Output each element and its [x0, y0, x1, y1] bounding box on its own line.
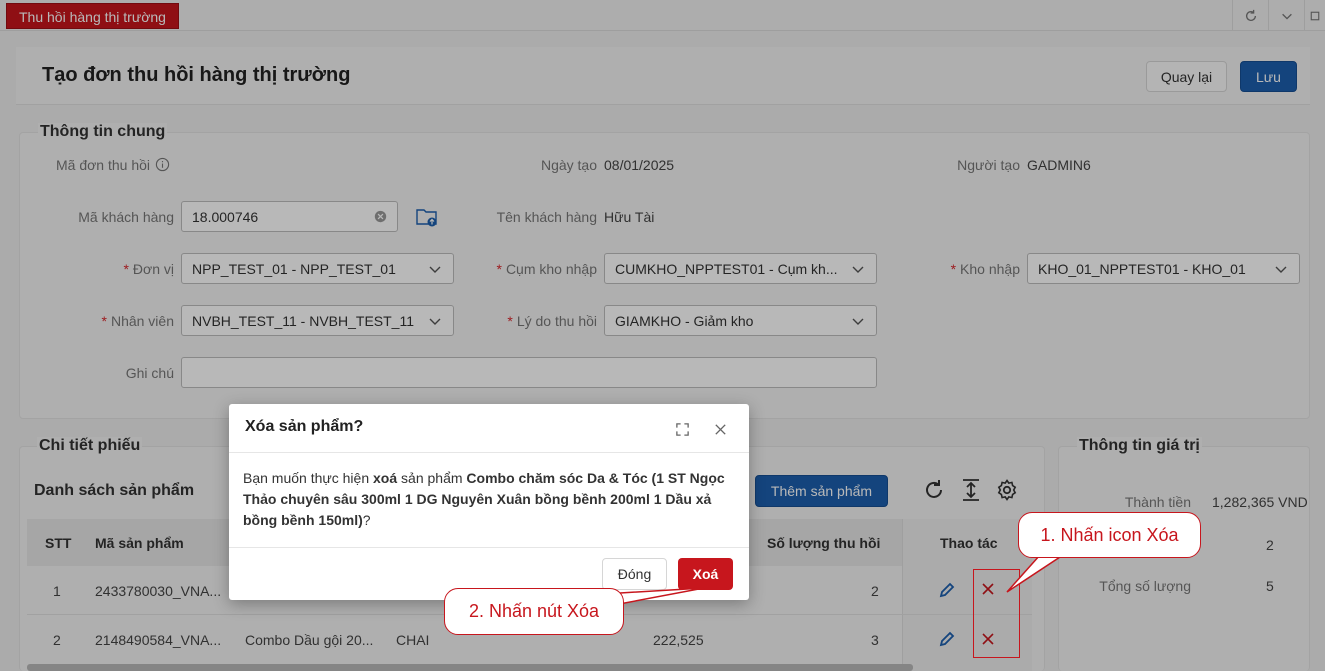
annotation-step1: 1. Nhấn icon Xóa — [1018, 512, 1201, 558]
annotation-step2: 2. Nhấn nút Xóa — [444, 588, 624, 635]
annotation-pointers — [612, 554, 1063, 607]
